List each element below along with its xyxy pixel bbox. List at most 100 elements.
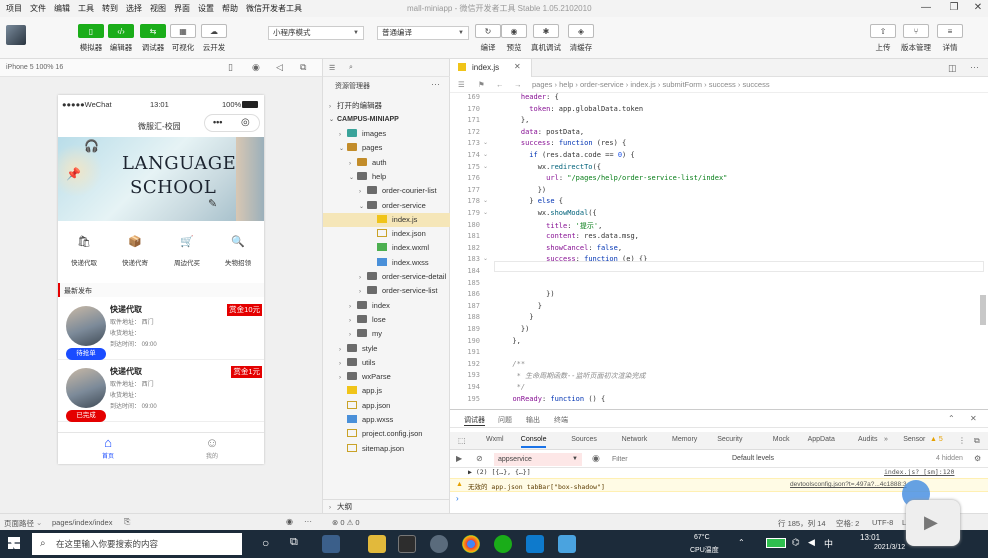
folder-icon[interactable] [368,535,386,553]
banner-image[interactable]: 🎧 📌 LANGUAGE SCHOOL ✎ [58,137,264,221]
code-line[interactable]: header: { [504,93,559,101]
tab-mine[interactable]: ☺ 我的 [192,435,232,460]
devtools-tab-memory[interactable]: Memory [672,436,697,443]
wechat-devtools-icon[interactable] [430,535,448,553]
outline-section[interactable]: › 大纲 [323,499,450,513]
explorer-search-icon[interactable]: ☰ [329,64,335,72]
more-icon[interactable]: ··· [970,62,979,72]
code-line[interactable]: */ [504,383,525,391]
mode-select[interactable]: 小程序模式 ▼ [268,26,364,40]
code-line[interactable]: data: postData, [504,128,584,136]
devtools-tab-console[interactable]: Console [520,436,547,448]
menu-item-9[interactable]: 帮助 [218,3,242,14]
code-line[interactable]: }, [504,337,520,345]
tray-chevron-icon[interactable]: ⌃ [738,538,745,547]
devtools-tab-sensor[interactable]: Sensor [903,436,925,443]
open-editors-section[interactable]: › 打开的编辑器 [323,99,450,113]
more-icon[interactable]: ••• [213,117,222,127]
code-line[interactable]: } [504,302,542,310]
speaker-icon[interactable]: ◁ [276,62,283,73]
image-viewer-icon[interactable] [558,535,576,553]
terminal-icon[interactable] [398,535,416,553]
volume-icon[interactable]: ◀ [808,537,815,548]
nav-forward-icon[interactable]: → [514,77,522,93]
encoding[interactable]: UTF-8 [872,518,893,527]
code-line[interactable]: url: "/pages/help/order-service-list/ind… [504,174,727,182]
panel-tab-terminal[interactable]: 终端 [554,415,568,425]
code-line[interactable]: }) [504,290,554,298]
close-tab-icon[interactable]: ✕ [514,62,521,71]
eye-icon[interactable]: ◉ [592,453,600,464]
tree-item[interactable]: app.wxss [323,413,450,427]
code-line[interactable]: }) [504,325,529,333]
devtools-tab-appdata[interactable]: AppData [808,436,835,443]
chevron-up-icon[interactable]: ⌃ [948,414,955,423]
devtools-tab-sources[interactable]: Sources [571,436,597,443]
scrollbar[interactable] [980,295,986,325]
menu-item-4[interactable]: 转到 [98,3,122,14]
menu-item-0[interactable]: 项目 [2,3,26,14]
eye-icon[interactable]: ◉ [286,517,293,526]
code-line[interactable]: wx.redirectTo({ [504,163,601,171]
version-button[interactable]: ⑂ 版本管理 [901,24,931,53]
tree-item[interactable]: › style [323,342,450,356]
simulator-button[interactable]: ▯ 模拟器 [76,24,106,53]
visual-button[interactable]: ▦ 可视化 [168,24,198,53]
debugger-button[interactable]: ⇆ 调试器 [138,24,168,53]
search-icon[interactable]: ⌕ [349,64,353,72]
panel-tab-debugger[interactable]: 调试器 [464,415,485,426]
phone-simulator[interactable]: ●●●●●WeChat 13:01 100% 微服汇-校园 ••• ◎ 🎧 📌 … [58,95,264,464]
code-area[interactable]: 169 header: {170 token: app.globalData.t… [450,93,988,409]
back-icon[interactable]: ☰ [458,77,465,93]
panel-tab-problems[interactable]: 问题 [498,415,512,425]
menu-item-5[interactable]: 选择 [122,3,146,14]
page-path[interactable]: pages/index/index [52,518,112,527]
tab-index-js[interactable]: index.js ✕ [450,59,532,77]
fold-icon[interactable]: ⌄ [483,151,488,158]
gear-icon[interactable]: ⚙ [974,454,981,463]
maximize-button[interactable]: ❐ [946,1,962,15]
code-line[interactable]: wx.showModal({ [504,209,597,217]
code-line[interactable]: token: app.globalData.token [504,105,643,113]
indent-setting[interactable]: 空格: 2 [836,518,859,529]
category-delivery-pickup[interactable]: 🛍 快递代取 [64,235,104,267]
fold-icon[interactable]: ⌄ [483,255,488,262]
cursor-position[interactable]: 行 185，列 14 [778,518,826,529]
menu-item-6[interactable]: 视图 [146,3,170,14]
cloud-button[interactable]: ☁ 云开发 [199,24,229,53]
fold-icon[interactable]: ⌄ [483,197,488,204]
code-line[interactable]: showCancel: false, [504,244,622,252]
tree-item[interactable]: › my [323,327,450,341]
upload-button[interactable]: ⇧ 上传 [868,24,898,53]
editor-button[interactable]: ‹/› 编辑器 [106,24,136,53]
details-button[interactable]: ≡ 详情 [935,24,965,53]
tree-item[interactable]: index.json [323,227,450,241]
sidebar-toggle-icon[interactable]: ▶ [456,454,462,463]
tree-item[interactable]: › order-service-detail [323,270,450,284]
devtools-tab-mock[interactable]: Mock [773,436,790,443]
preview-button[interactable]: ◉ 预览 [499,24,529,53]
compile-select[interactable]: 普通编译 ▼ [377,26,469,40]
more-icon[interactable]: ⋮ [958,436,966,445]
fold-icon[interactable]: ⌄ [483,209,488,216]
code-line[interactable]: } else { [504,197,563,205]
close-window-button[interactable]: ✕ [970,1,986,15]
warning-count[interactable]: ▲ 5 [930,436,943,443]
tab-home[interactable]: ⌂ 首页 [88,435,128,460]
clear-cache-button[interactable]: ◈ 清缓存 [566,24,596,53]
devtools-tab-audits[interactable]: Audits [858,436,877,443]
panel-tab-output[interactable]: 输出 [526,415,540,425]
tree-item[interactable]: › lose [323,313,450,327]
code-line[interactable]: } [504,313,533,321]
close-capsule-icon[interactable]: ◎ [241,117,250,128]
more-tabs-icon[interactable]: » [884,436,888,443]
minimize-button[interactable]: — [918,1,934,15]
more-icon[interactable]: ··· [304,517,312,526]
chrome-icon[interactable] [462,535,480,553]
clear-console-icon[interactable]: ⊘ [476,454,483,463]
bookmark-icon[interactable]: ⚑ [478,77,485,93]
list-item[interactable]: 快递代取 赏金1元 取件地址： 西门 收货地址： 到达时间： 09:00 已完成 [58,362,264,422]
devtools-tab-network[interactable]: Network [622,436,648,443]
menu-item-8[interactable]: 设置 [194,3,218,14]
devtools-tab-wxml[interactable]: Wxml [486,436,504,443]
